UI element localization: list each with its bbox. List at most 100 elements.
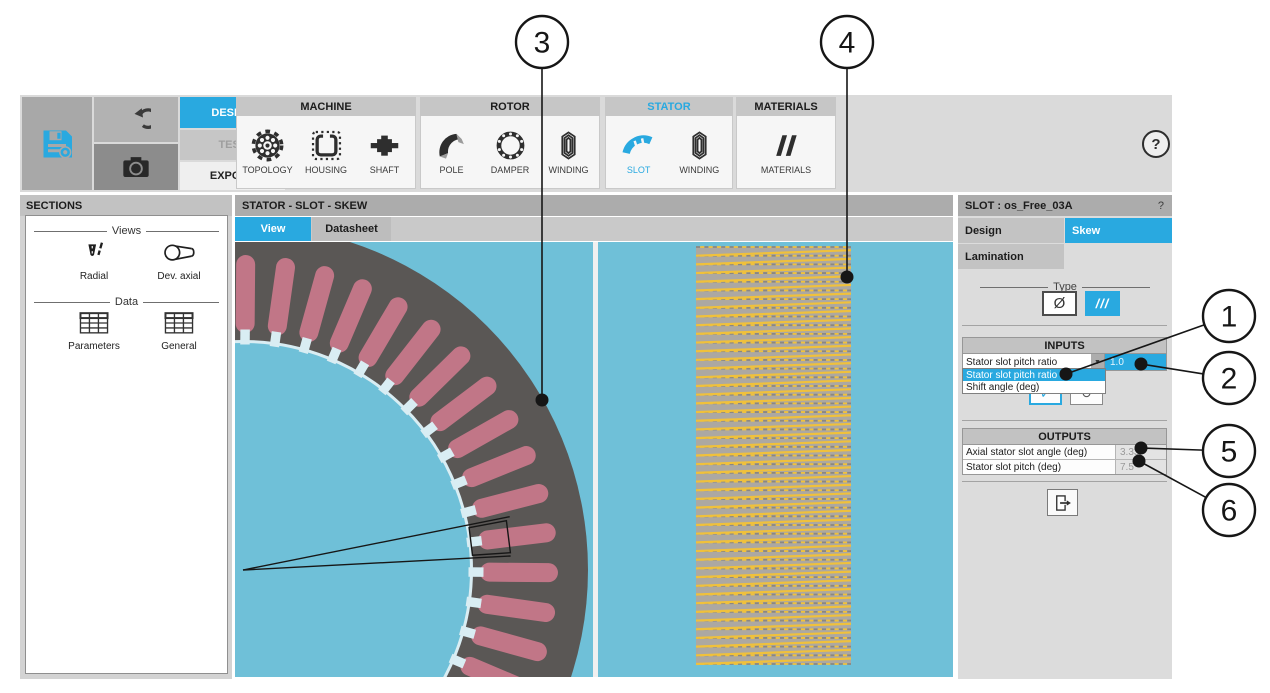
tab-skew[interactable]: Skew bbox=[1065, 218, 1172, 243]
toolbar-item-label: DAMPER bbox=[491, 165, 530, 175]
housing-icon bbox=[310, 129, 343, 162]
type-skewed-button[interactable]: /// bbox=[1085, 291, 1120, 316]
table-icon bbox=[78, 310, 110, 336]
callout-circle bbox=[821, 16, 873, 68]
views-divider: Views bbox=[34, 225, 219, 237]
callout-circle bbox=[1203, 352, 1255, 404]
callout-number: 6 bbox=[1221, 495, 1238, 528]
toolbar-item-pole[interactable]: POLE bbox=[424, 116, 480, 188]
param-dropdown-list: Stator slot pitch ratio Shift angle (deg… bbox=[962, 368, 1106, 394]
output-row-slot-pitch: Stator slot pitch (deg) 7.5 bbox=[963, 459, 1166, 474]
output-value: 7.5 bbox=[1115, 460, 1166, 474]
close-section-button[interactable] bbox=[1047, 489, 1078, 516]
sidebar-item-general[interactable]: General bbox=[144, 310, 214, 352]
group-label-machine: MACHINE bbox=[236, 97, 416, 116]
app-window: DESIGN TEST EXPORT MACHINE TOPOLOGY HOUS… bbox=[0, 0, 1270, 693]
toolbar-group-rotor: ROTOR POLE DAMPER WINDING bbox=[420, 97, 600, 189]
toolbar-item-label: SHAFT bbox=[370, 165, 400, 175]
tab-view[interactable]: View bbox=[235, 217, 311, 241]
toolbar-item-topology[interactable]: TOPOLOGY bbox=[240, 116, 296, 188]
dropdown-option-slot-pitch-ratio[interactable]: Stator slot pitch ratio bbox=[963, 369, 1105, 381]
toolbar-item-materials[interactable]: MATERIALS bbox=[758, 116, 814, 188]
inputs-box: INPUTS Stator slot pitch ratio ▼ 1.0 bbox=[962, 337, 1167, 371]
toolbar-item-rotor-winding[interactable]: WINDING bbox=[541, 116, 597, 188]
sections-card: Views Radial Dev. axial Data Parameters … bbox=[25, 215, 228, 674]
panel-title: SLOT : os_Free_03A bbox=[965, 200, 1073, 212]
toolbar-item-damper[interactable]: DAMPER bbox=[482, 116, 538, 188]
undo-button[interactable] bbox=[94, 97, 178, 142]
data-divider: Data bbox=[34, 296, 219, 308]
toolbar: DESIGN TEST EXPORT MACHINE TOPOLOGY HOUS… bbox=[20, 95, 1172, 192]
outputs-box: OUTPUTS Axial stator slot angle (deg) 3.… bbox=[962, 428, 1167, 475]
callout-number: 1 bbox=[1221, 301, 1238, 334]
sidebar-item-label: Parameters bbox=[68, 341, 120, 352]
type-none-button[interactable]: Ø bbox=[1042, 291, 1077, 316]
slot-icon bbox=[622, 129, 655, 162]
callout-circle bbox=[1203, 484, 1255, 536]
sidebar-item-parameters[interactable]: Parameters bbox=[59, 310, 129, 352]
toolbar-item-shaft[interactable]: SHAFT bbox=[357, 116, 413, 188]
tab-design[interactable]: Design bbox=[958, 218, 1064, 243]
callout-number: 3 bbox=[534, 27, 551, 60]
help-icon[interactable]: ? bbox=[1142, 130, 1170, 158]
save-icon bbox=[39, 126, 75, 162]
group-label-stator: STATOR bbox=[605, 97, 733, 116]
divider-line bbox=[962, 420, 1167, 421]
toolbar-item-slot[interactable]: SLOT bbox=[611, 116, 667, 188]
group-label-rotor: ROTOR bbox=[420, 97, 600, 116]
sidebar-item-label: Radial bbox=[80, 271, 108, 282]
main-view: STATOR - SLOT - SKEW View Datasheet bbox=[235, 195, 953, 679]
topology-icon bbox=[251, 129, 284, 162]
main-tab-strip: View Datasheet bbox=[235, 217, 953, 241]
output-label: Stator slot pitch (deg) bbox=[963, 460, 1115, 474]
output-label: Axial stator slot angle (deg) bbox=[963, 445, 1115, 459]
output-row-axial-angle: Axial stator slot angle (deg) 3.33 bbox=[963, 445, 1166, 459]
panel-title-bar: SLOT : os_Free_03A ? bbox=[958, 195, 1172, 216]
group-label-materials: MATERIALS bbox=[736, 97, 836, 116]
sidebar-item-dev-axial[interactable]: Dev. axial bbox=[144, 238, 214, 282]
toolbar-group-materials: MATERIALS MATERIALS bbox=[736, 97, 836, 189]
camera-button[interactable] bbox=[94, 144, 178, 190]
winding-icon bbox=[683, 129, 716, 162]
stator-skew-canvas[interactable] bbox=[235, 242, 953, 677]
toolbar-item-label: TOPOLOGY bbox=[242, 165, 292, 175]
dropdown-option-shift-angle[interactable]: Shift angle (deg) bbox=[963, 381, 1105, 393]
toolbar-item-label: POLE bbox=[439, 165, 463, 175]
toolbar-item-stator-winding[interactable]: WINDING bbox=[671, 116, 727, 188]
divider-line bbox=[962, 325, 1167, 326]
tab-lamination[interactable]: Lamination bbox=[958, 244, 1064, 269]
toolbar-group-stator: STATOR SLOT WINDING bbox=[605, 97, 733, 189]
tab-datasheet[interactable]: Datasheet bbox=[312, 217, 391, 241]
winding-icon bbox=[552, 129, 585, 162]
damper-icon bbox=[494, 129, 527, 162]
exit-arrow-icon bbox=[1053, 493, 1073, 513]
callout-number: 5 bbox=[1221, 436, 1238, 469]
panel-help-icon[interactable]: ? bbox=[1158, 200, 1164, 212]
toolbar-item-label: SLOT bbox=[627, 165, 651, 175]
pole-icon bbox=[435, 129, 468, 162]
sidebar-item-radial[interactable]: Radial bbox=[59, 238, 129, 282]
materials-icon bbox=[770, 129, 803, 162]
outputs-title: OUTPUTS bbox=[963, 429, 1166, 445]
main-view-title: STATOR - SLOT - SKEW bbox=[235, 195, 953, 216]
callout-number: 4 bbox=[839, 27, 856, 60]
toolbar-item-label: WINDING bbox=[679, 165, 719, 175]
sections-title: SECTIONS bbox=[20, 195, 232, 216]
sidebar-item-label: Dev. axial bbox=[157, 271, 200, 282]
sections-panel: SECTIONS Views Radial Dev. axial Data Pa… bbox=[20, 195, 232, 679]
dev-axial-view-icon bbox=[162, 238, 196, 266]
toolbar-item-housing[interactable]: HOUSING bbox=[298, 116, 354, 188]
table-icon bbox=[163, 310, 195, 336]
selected-param: Stator slot pitch ratio bbox=[963, 357, 1091, 368]
output-value: 3.33 bbox=[1115, 445, 1166, 459]
save-button[interactable] bbox=[22, 97, 92, 190]
shaft-icon bbox=[368, 129, 401, 162]
toolbar-group-machine: MACHINE TOPOLOGY HOUSING SHAFT bbox=[236, 97, 416, 189]
dev-axial-skew-view[interactable] bbox=[696, 247, 851, 664]
slot-properties-panel: SLOT : os_Free_03A ? Design Skew Laminat… bbox=[958, 195, 1172, 679]
input-value-field[interactable]: 1.0 bbox=[1105, 354, 1166, 370]
callout-circle bbox=[1203, 290, 1255, 342]
radial-view-icon bbox=[79, 238, 109, 266]
callout-number: 2 bbox=[1221, 363, 1238, 396]
toolbar-item-label: MATERIALS bbox=[761, 165, 811, 175]
